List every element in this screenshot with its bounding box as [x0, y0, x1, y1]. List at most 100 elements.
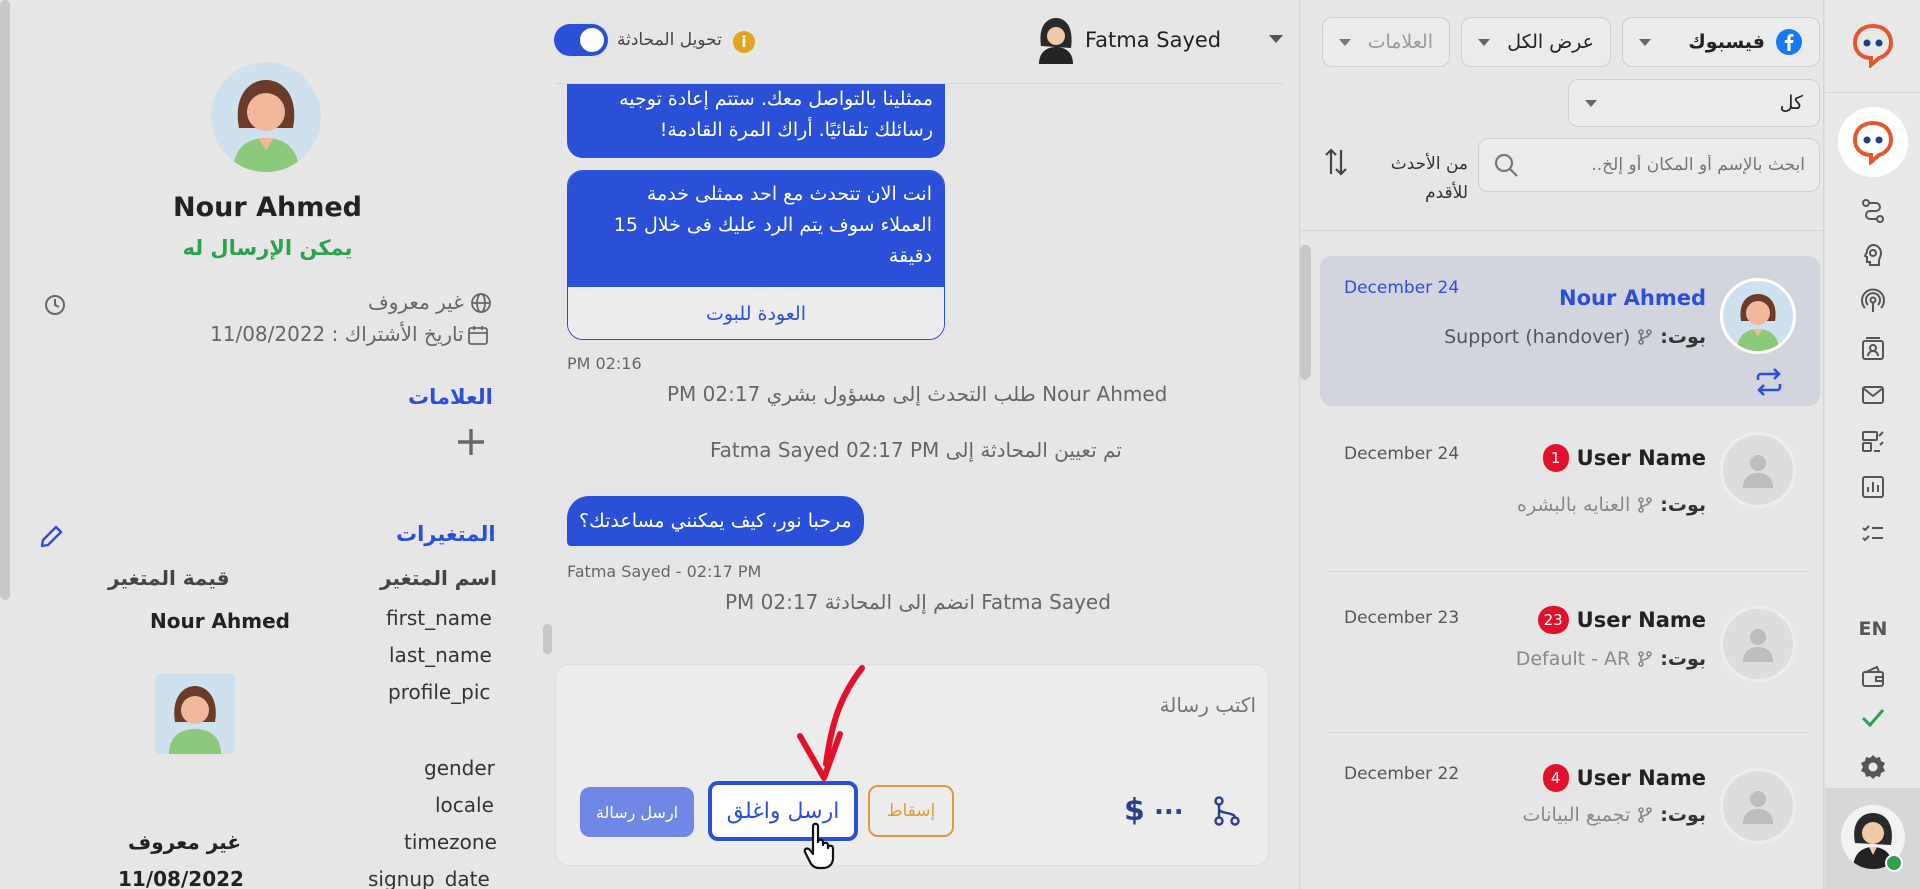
more-options-button[interactable]: ...: [1154, 791, 1184, 821]
conversation-date: December 22: [1344, 764, 1460, 784]
message-input[interactable]: [570, 685, 1256, 725]
send-status: يمكن الإرسال له: [182, 236, 353, 260]
clock-icon[interactable]: [44, 294, 66, 316]
mail-icon[interactable]: [1825, 380, 1920, 410]
variable-name: locale: [435, 793, 494, 817]
transfer-toggle[interactable]: [554, 24, 608, 56]
channel-select-label: فيسبوك: [1688, 31, 1765, 53]
sort-label[interactable]: من الأحدث للأقدم: [1382, 150, 1468, 208]
status-select-label: كل: [1779, 92, 1803, 114]
search-icon[interactable]: [1493, 152, 1519, 178]
drop-button[interactable]: إسقاط: [868, 785, 954, 837]
check-icon[interactable]: [1825, 700, 1920, 734]
tags-select-label: العلامات: [1367, 31, 1433, 53]
tags-select[interactable]: العلامات: [1322, 17, 1450, 67]
widgets-icon[interactable]: [1825, 426, 1920, 456]
chevron-down-icon[interactable]: [1269, 35, 1283, 43]
transfer-label: تحويل المحادثة: [617, 30, 722, 50]
conversation-item[interactable]: User Name 23 بوت: Default - AR December …: [1320, 572, 1820, 722]
variable-name-header: اسم المتغير: [380, 566, 498, 590]
bot-label: بوت:: [1660, 326, 1706, 348]
chat-scrollbar[interactable]: [543, 624, 552, 654]
unread-badge: 4: [1542, 764, 1569, 792]
profile-avatar: [211, 62, 321, 172]
flow-name: تجميع البيانات: [1522, 804, 1631, 826]
chevron-down-icon: [1478, 38, 1490, 46]
agent-message: مرحبا نور، كيف يمكنني مساعدتك؟: [567, 496, 864, 546]
bot-message: ممثلينا بالتواصل معك. ستتم إعادة توجيه ر…: [567, 84, 945, 158]
status-select[interactable]: كل: [1568, 79, 1820, 127]
active-logo-icon[interactable]: [1825, 104, 1920, 180]
flow-icon: [1636, 650, 1654, 668]
message-line: العملاء سوف يتم الرد عليك فى خلال 15: [613, 214, 932, 236]
conversation-flow: بوت: العنايه بالبشره: [1517, 494, 1706, 516]
conversation-item[interactable]: User Name 4 بوت: تجميع البيانات December…: [1320, 734, 1820, 884]
wallet-icon[interactable]: [1825, 662, 1920, 692]
message-line: انت الان تتحدث مع احد ممثلى خدمة: [646, 183, 932, 205]
unread-badge: 1: [1542, 444, 1569, 472]
agent-select-name[interactable]: Fatma Sayed: [1085, 28, 1221, 52]
back-to-bot-button[interactable]: العودة للبوت: [568, 287, 944, 339]
channel-select[interactable]: فيسبوك: [1622, 17, 1820, 67]
logo-icon[interactable]: [1825, 14, 1920, 76]
conversation-flow: بوت: تجميع البيانات: [1523, 804, 1706, 826]
avatar: [1720, 768, 1796, 844]
tasks-icon[interactable]: [1825, 518, 1920, 548]
bot-message: انت الان تتحدث مع احد ممثلى خدمة العملاء…: [568, 171, 944, 287]
icon-rail: EN: [1824, 0, 1920, 889]
profile-panel: Nour Ahmed يمكن الإرسال له غير معروف تار…: [0, 0, 525, 889]
analytics-icon[interactable]: [1825, 472, 1920, 502]
brain-icon[interactable]: [1825, 240, 1920, 270]
conversation-name: Nour Ahmed: [1559, 286, 1706, 310]
flow-name: العنايه بالبشره: [1516, 494, 1631, 516]
avatar: [1720, 432, 1796, 508]
dollar-icon[interactable]: $: [1124, 793, 1145, 828]
search-box: [1478, 138, 1820, 192]
edit-icon[interactable]: [38, 524, 64, 550]
flow-icon[interactable]: [1825, 196, 1920, 226]
search-input[interactable]: [1529, 155, 1805, 175]
contacts-icon[interactable]: [1825, 334, 1920, 364]
add-tag-button[interactable]: [456, 427, 486, 457]
conversation-date: December 24: [1344, 278, 1460, 298]
message-composer: ارسل رسالة ارسل واغلق إسقاط $ ...: [555, 664, 1269, 866]
variable-name: timezone: [404, 830, 497, 854]
view-select-label: عرض الكل: [1507, 31, 1594, 53]
sort-icon[interactable]: [1324, 146, 1348, 178]
message-line: دقيقة: [888, 245, 932, 267]
conversation-date: December 24: [1344, 444, 1460, 464]
view-select[interactable]: عرض الكل: [1461, 17, 1611, 67]
location-value: غير معروف: [368, 290, 464, 314]
chat-panel: تحويل المحادثة i Fatma Sayed ممثلينا بال…: [525, 0, 1311, 889]
flow-icon[interactable]: [1212, 795, 1242, 827]
language-toggle[interactable]: EN: [1825, 614, 1920, 644]
send-message-button[interactable]: ارسل رسالة: [580, 787, 694, 837]
conversation-item-nour-ahmed[interactable]: Nour Ahmed بوت: Support (handover) Decem…: [1320, 256, 1820, 406]
flow-icon: [1636, 328, 1654, 346]
tags-title: العلامات: [408, 385, 493, 409]
conversation-item[interactable]: User Name 1 بوت: العنايه بالبشره Decembe…: [1320, 410, 1820, 560]
page-scrollbar[interactable]: [1301, 245, 1311, 378]
transfer-icon: [1754, 368, 1784, 396]
agent-avatar[interactable]: [1825, 802, 1920, 872]
variable-name: profile_pic: [388, 680, 491, 704]
variables-title: المتغيرات: [396, 522, 496, 546]
info-icon[interactable]: i: [733, 31, 755, 53]
globe-icon: [470, 292, 492, 314]
calendar-icon: [467, 324, 489, 346]
settings-icon[interactable]: [1825, 750, 1920, 784]
annotation-arrow: [780, 664, 870, 784]
conversation-date: December 23: [1344, 608, 1460, 628]
broadcast-icon[interactable]: [1825, 286, 1920, 316]
bot-label: بوت:: [1660, 804, 1706, 826]
bot-label: بوت:: [1660, 494, 1706, 516]
variable-name: first_name: [386, 606, 492, 630]
agent-avatar: [1033, 16, 1079, 64]
avatar: [1720, 278, 1796, 354]
variable-value: غير معروف: [128, 830, 242, 854]
profile-scrollbar[interactable]: [0, 0, 10, 600]
message-time: PM 02:16: [567, 354, 642, 373]
conversation-name: User Name 4: [1542, 764, 1706, 792]
message-line: ممثلينا بالتواصل معك. ستتم إعادة توجيه: [619, 88, 933, 110]
chevron-down-icon: [1585, 99, 1597, 107]
